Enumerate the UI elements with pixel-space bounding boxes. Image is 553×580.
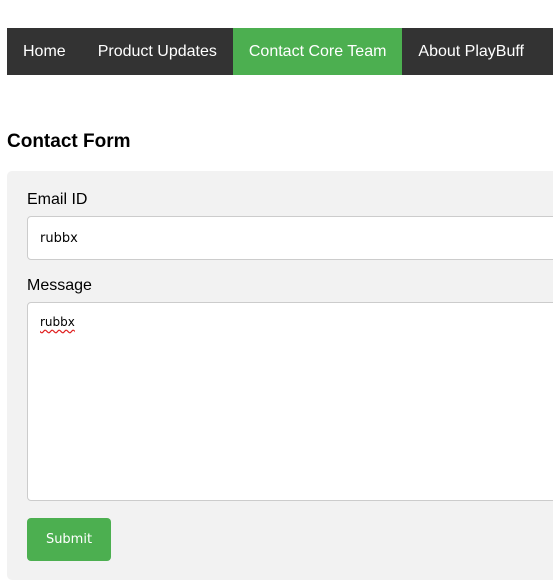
email-input[interactable] [27, 216, 553, 260]
nav-item-home[interactable]: Home [7, 28, 82, 75]
submit-button[interactable]: Submit [27, 518, 111, 561]
nav-item-product-updates[interactable]: Product Updates [82, 28, 233, 75]
message-textarea[interactable]: rubbx [27, 302, 553, 501]
nav-item-about-playbuff[interactable]: About PlayBuff [402, 28, 540, 75]
message-label: Message [27, 277, 92, 294]
page: Home Product Updates Contact Core Team A… [0, 0, 553, 580]
email-label: Email ID [27, 191, 88, 208]
nav-item-contact-core-team[interactable]: Contact Core Team [232, 28, 403, 75]
contact-form: Email ID Message rubbx Submit [7, 171, 553, 580]
top-navbar: Home Product Updates Contact Core Team A… [7, 28, 553, 75]
page-title: Contact Form [7, 131, 131, 152]
